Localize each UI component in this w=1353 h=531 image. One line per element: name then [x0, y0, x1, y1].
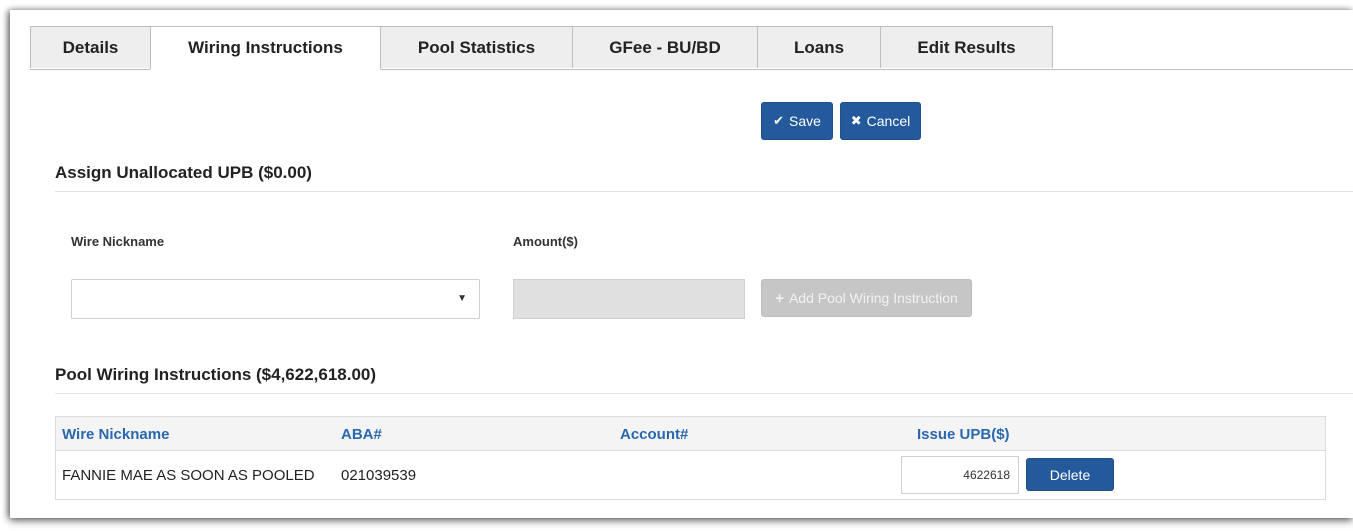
tab-label: Details	[62, 37, 119, 57]
save-button-label: Save	[788, 113, 821, 129]
tab-loans[interactable]: Loans	[757, 26, 881, 68]
plus-icon: +	[775, 289, 784, 307]
caret-down-icon: ▼	[457, 293, 467, 304]
delete-button[interactable]: Delete	[1026, 458, 1114, 491]
wire-nickname-select[interactable]: ▼	[71, 279, 480, 319]
column-header-wire-nickname[interactable]: Wire Nickname	[62, 426, 169, 443]
pool-wiring-table: Wire Nickname ABA# Account# Issue UPB($)…	[55, 416, 1326, 500]
tab-details[interactable]: Details	[30, 26, 151, 68]
cancel-button[interactable]: ✖ Cancel	[840, 102, 921, 140]
tab-label: Edit Results	[917, 37, 1016, 57]
check-icon: ✔	[773, 113, 784, 128]
tab-gfee-bu-bd[interactable]: GFee - BU/BD	[572, 26, 758, 68]
cancel-button-label: Cancel	[866, 113, 911, 129]
table-header: Wire Nickname ABA# Account# Issue UPB($)	[56, 417, 1325, 451]
tab-bar: Details Wiring Instructions Pool Statist…	[30, 25, 1353, 70]
delete-button-label: Delete	[1049, 466, 1091, 483]
wire-nickname-cell: FANNIE MAE AS SOON AS POOLED	[62, 467, 315, 484]
add-button-label: Add Pool Wiring Instruction	[788, 290, 958, 306]
wire-nickname-label: Wire Nickname	[71, 234, 165, 249]
assign-unallocated-title: Assign Unallocated UPB ($0.00)	[55, 163, 312, 182]
tab-label: Pool Statistics	[417, 37, 536, 57]
amount-input[interactable]	[513, 279, 745, 319]
tab-edit-results[interactable]: Edit Results	[880, 26, 1053, 68]
save-button[interactable]: ✔ Save	[761, 102, 833, 140]
issue-upb-input[interactable]	[901, 456, 1019, 494]
x-icon: ✖	[850, 113, 862, 128]
section-divider	[55, 191, 1353, 192]
section-divider	[55, 393, 1353, 394]
column-header-account[interactable]: Account#	[620, 426, 688, 443]
wiring-instructions-panel: Details Wiring Instructions Pool Statist…	[10, 10, 1353, 518]
tab-label: Wiring Instructions	[188, 38, 343, 57]
pool-wiring-instructions-title: Pool Wiring Instructions ($4,622,618.00)	[55, 365, 377, 384]
column-header-issue-upb[interactable]: Issue UPB($)	[917, 426, 1010, 443]
aba-cell: 021039539	[341, 467, 417, 484]
tab-pool-statistics[interactable]: Pool Statistics	[380, 26, 573, 68]
add-pool-wiring-instruction-button[interactable]: + Add Pool Wiring Instruction	[761, 279, 972, 317]
tab-wiring-instructions[interactable]: Wiring Instructions	[150, 26, 381, 70]
tab-label: GFee - BU/BD	[609, 37, 721, 57]
tab-label: Loans	[793, 37, 845, 57]
column-header-aba[interactable]: ABA#	[341, 426, 382, 443]
amount-label: Amount($)	[513, 234, 578, 249]
